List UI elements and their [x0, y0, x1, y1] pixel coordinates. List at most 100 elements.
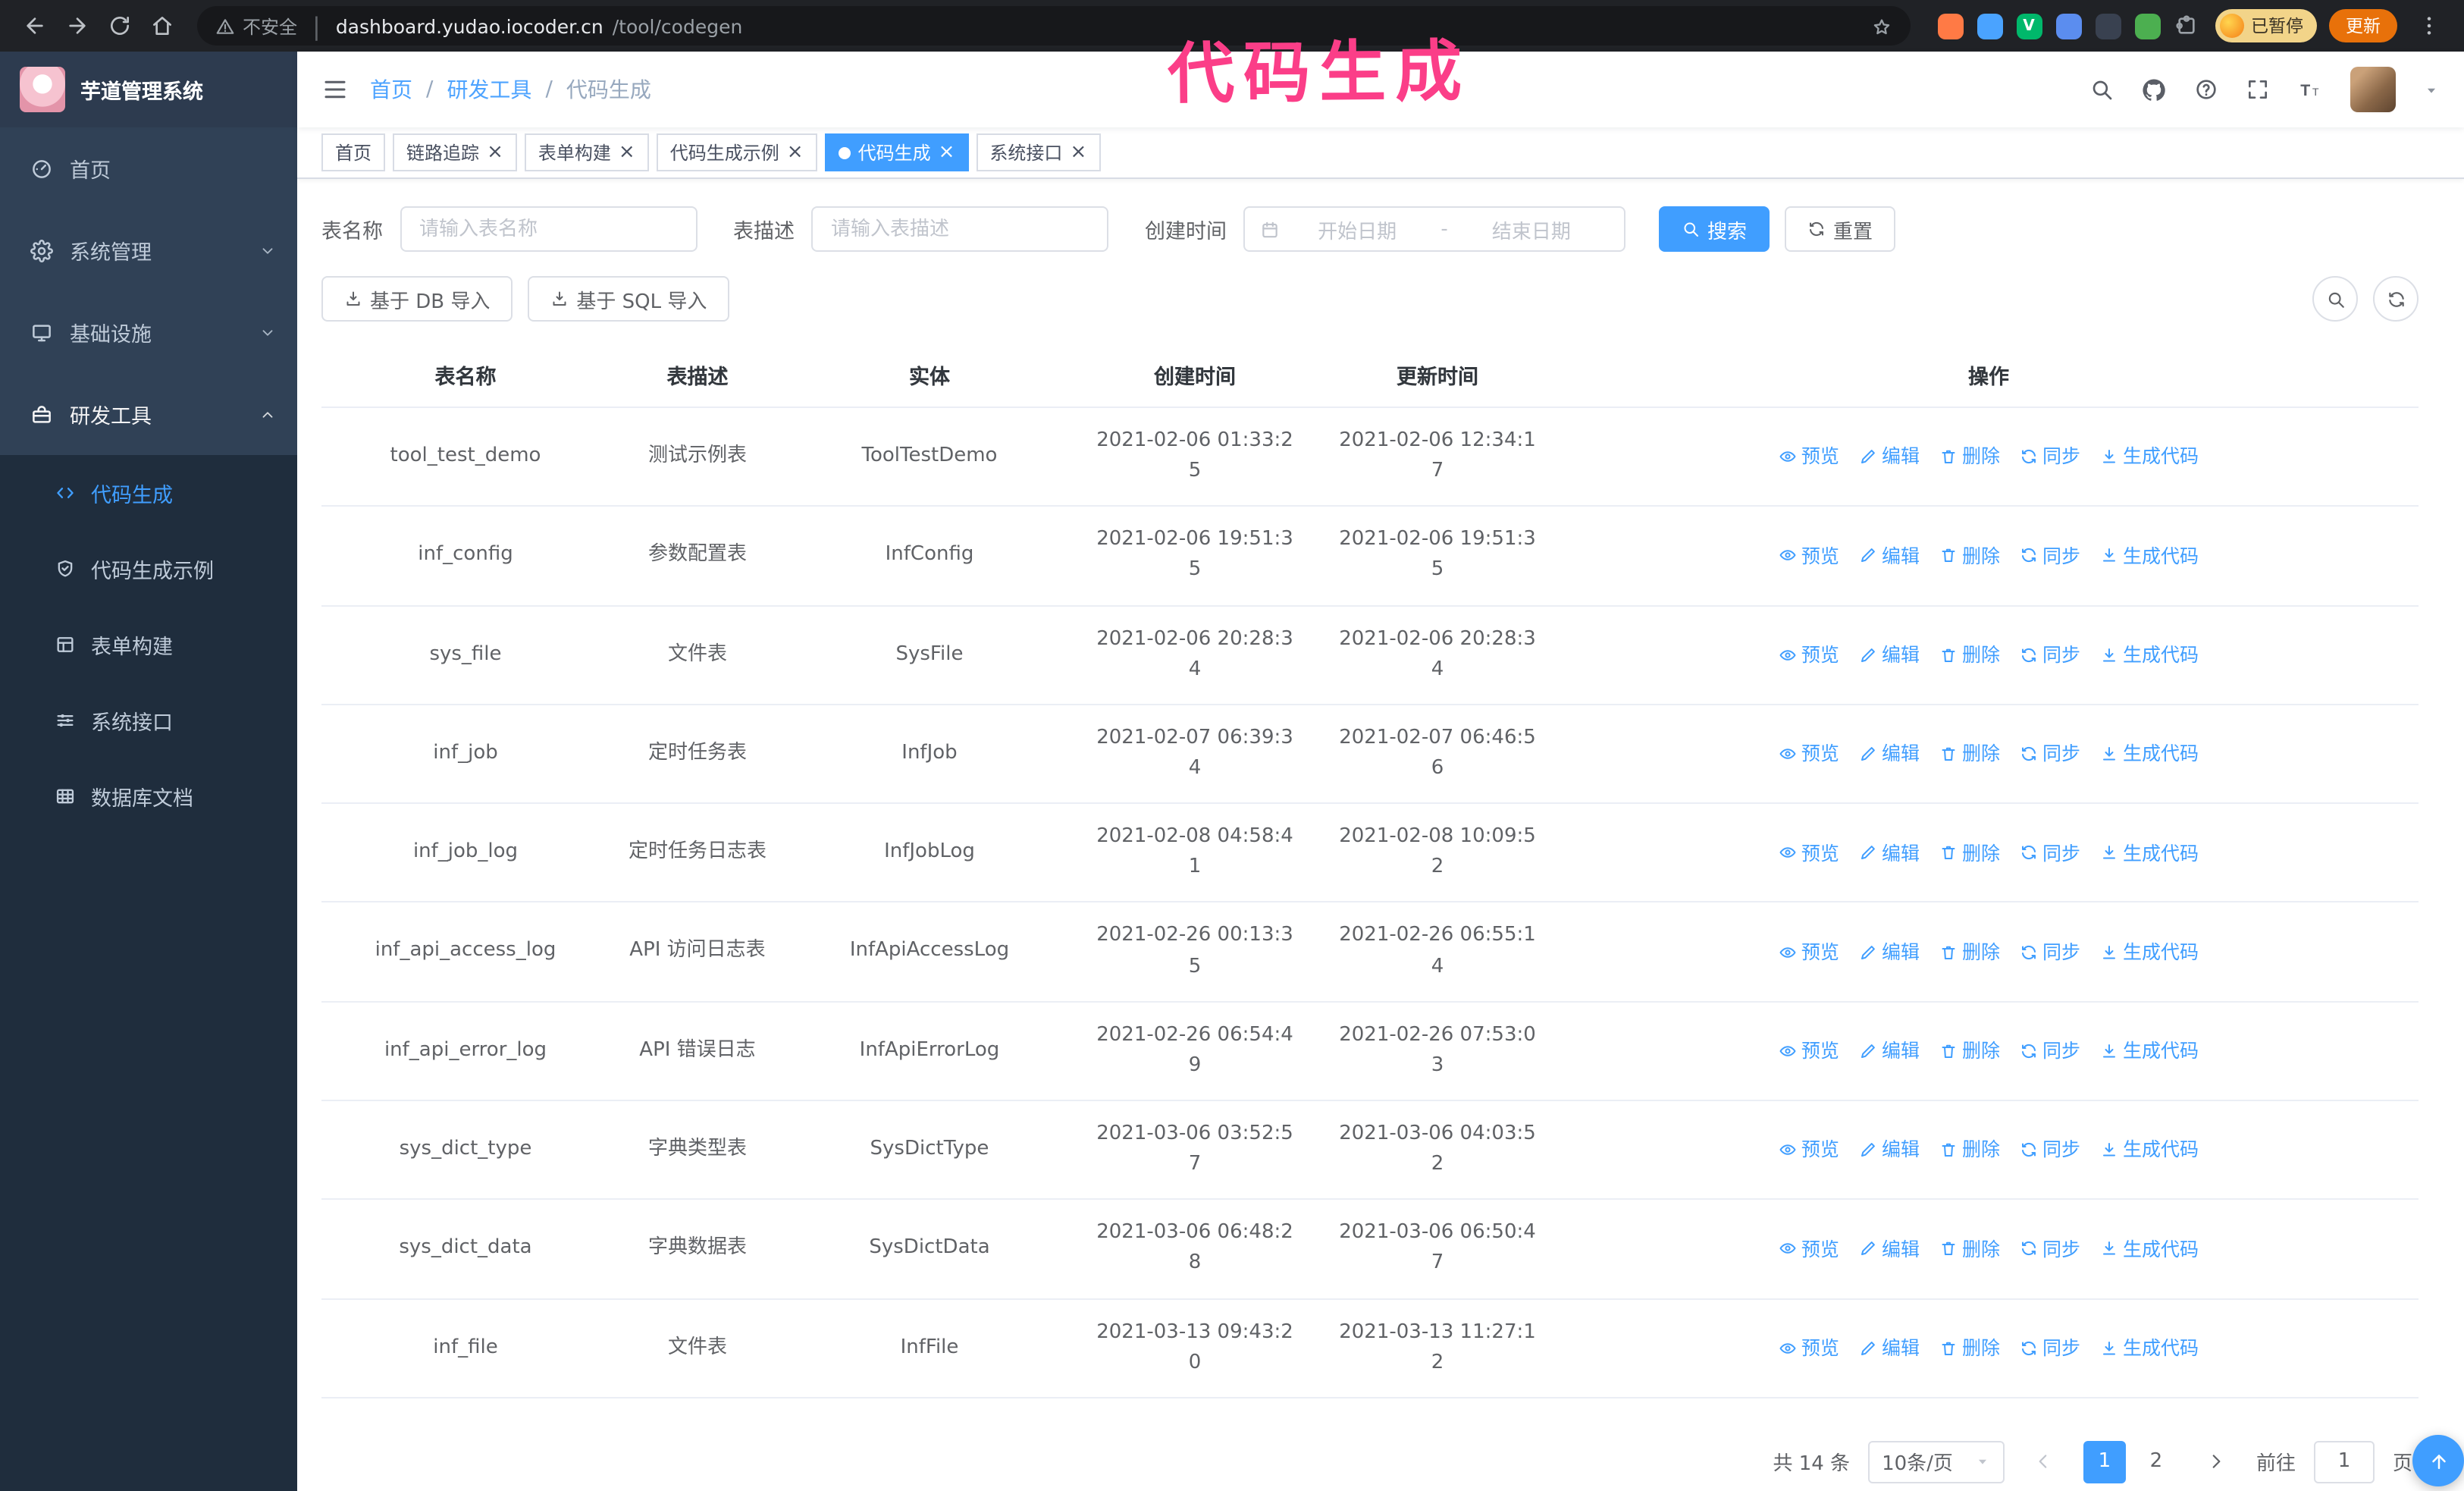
sidebar-item-system-api[interactable]: 系统接口 [0, 683, 297, 758]
sidebar-item-infrastructure[interactable]: 基础设施 [0, 291, 297, 373]
toggle-search-button[interactable] [2312, 276, 2358, 322]
op-edit[interactable]: 编辑 [1859, 1135, 1920, 1165]
browser-reload-button[interactable] [100, 6, 140, 46]
op-delete[interactable]: 删除 [1939, 1135, 2000, 1165]
breadcrumb-item-1[interactable]: 研发工具 [447, 74, 531, 105]
op-sync[interactable]: 同步 [2020, 442, 2080, 472]
sidebar-item-codegen[interactable]: 代码生成 [0, 455, 297, 531]
op-edit[interactable]: 编辑 [1859, 640, 1920, 670]
op-edit[interactable]: 编辑 [1859, 739, 1920, 769]
op-preview[interactable]: 预览 [1779, 1333, 1839, 1363]
sidebar-item-dev-tools[interactable]: 研发工具 [0, 373, 297, 455]
op-delete[interactable]: 删除 [1939, 838, 2000, 868]
tab-codegen[interactable]: 代码生成 × [824, 133, 969, 171]
op-sync[interactable]: 同步 [2020, 541, 2080, 570]
tab-form-builder[interactable]: 表单构建 × [524, 133, 649, 171]
browser-menu-button[interactable] [2409, 6, 2449, 46]
op-delete[interactable]: 删除 [1939, 541, 2000, 570]
op-generate[interactable]: 生成代码 [2100, 1036, 2199, 1066]
op-generate[interactable]: 生成代码 [2100, 640, 2199, 670]
browser-forward-button[interactable] [58, 6, 97, 46]
tab-codegen-example[interactable]: 代码生成示例 × [656, 133, 817, 171]
op-preview[interactable]: 预览 [1779, 1234, 1839, 1263]
close-icon[interactable]: × [787, 143, 804, 162]
browser-update-button[interactable]: 更新 [2329, 9, 2397, 42]
op-preview[interactable]: 预览 [1779, 1036, 1839, 1066]
extension-users-icon[interactable] [2055, 13, 2081, 39]
op-edit[interactable]: 编辑 [1859, 541, 1920, 570]
close-icon[interactable]: × [939, 143, 955, 162]
op-delete[interactable]: 删除 [1939, 1333, 2000, 1363]
op-preview[interactable]: 预览 [1779, 937, 1839, 967]
op-preview[interactable]: 预览 [1779, 541, 1839, 570]
op-generate[interactable]: 生成代码 [2100, 937, 2199, 967]
op-generate[interactable]: 生成代码 [2100, 1234, 2199, 1263]
tab-tracing[interactable]: 链路追踪 × [393, 133, 517, 171]
back-to-top-button[interactable] [2412, 1435, 2464, 1486]
op-delete[interactable]: 删除 [1939, 1036, 2000, 1066]
op-preview[interactable]: 预览 [1779, 739, 1839, 769]
sidebar-item-db-doc[interactable]: 数据库文档 [0, 758, 297, 834]
page-button-2[interactable]: 2 [2135, 1441, 2177, 1483]
op-preview[interactable]: 预览 [1779, 442, 1839, 472]
op-edit[interactable]: 编辑 [1859, 1234, 1920, 1263]
page-button-1[interactable]: 1 [2083, 1440, 2126, 1483]
op-preview[interactable]: 预览 [1779, 1135, 1839, 1165]
op-generate[interactable]: 生成代码 [2100, 838, 2199, 868]
page-jump-input[interactable] [2313, 1440, 2375, 1483]
op-edit[interactable]: 编辑 [1859, 1333, 1920, 1363]
op-generate[interactable]: 生成代码 [2100, 541, 2199, 570]
op-preview[interactable]: 预览 [1779, 640, 1839, 670]
close-icon[interactable]: × [1070, 143, 1086, 162]
bookmark-star-icon[interactable] [1870, 11, 1892, 40]
extension-extensions-puzzle-icon[interactable] [2174, 13, 2199, 39]
user-avatar[interactable] [2350, 67, 2396, 112]
tab-home[interactable]: 首页 [321, 133, 386, 171]
op-delete[interactable]: 删除 [1939, 937, 2000, 967]
avatar-caret-down-icon[interactable] [2423, 81, 2440, 98]
sidebar-item-home[interactable]: 首页 [0, 127, 297, 209]
op-delete[interactable]: 删除 [1939, 739, 2000, 769]
op-generate[interactable]: 生成代码 [2100, 739, 2199, 769]
table-desc-input[interactable] [811, 206, 1108, 252]
extension-water-drop-icon[interactable] [1977, 13, 2002, 39]
table-name-input[interactable] [400, 206, 697, 252]
extension-leaf-icon[interactable] [2134, 13, 2160, 39]
op-sync[interactable]: 同步 [2020, 937, 2080, 967]
op-sync[interactable]: 同步 [2020, 1135, 2080, 1165]
refresh-table-button[interactable] [2373, 276, 2419, 322]
op-edit[interactable]: 编辑 [1859, 442, 1920, 472]
font-size-icon[interactable]: TT [2297, 77, 2323, 102]
op-edit[interactable]: 编辑 [1859, 838, 1920, 868]
op-sync[interactable]: 同步 [2020, 640, 2080, 670]
sidebar-collapse-button[interactable] [321, 76, 349, 103]
sidebar-item-form-builder[interactable]: 表单构建 [0, 607, 297, 683]
fullscreen-icon[interactable] [2246, 77, 2270, 102]
security-indicator[interactable]: 不安全 [215, 13, 297, 39]
sidebar-item-system-management[interactable]: 系统管理 [0, 209, 297, 291]
op-preview[interactable]: 预览 [1779, 838, 1839, 868]
close-icon[interactable]: × [487, 143, 503, 162]
breadcrumb-item-0[interactable]: 首页 [370, 74, 412, 105]
reset-button[interactable]: 重置 [1785, 206, 1896, 252]
close-icon[interactable]: × [619, 143, 635, 162]
help-icon[interactable] [2194, 77, 2218, 102]
browser-back-button[interactable] [15, 6, 55, 46]
op-generate[interactable]: 生成代码 [2100, 442, 2199, 472]
op-sync[interactable]: 同步 [2020, 838, 2080, 868]
op-sync[interactable]: 同步 [2020, 1333, 2080, 1363]
op-sync[interactable]: 同步 [2020, 739, 2080, 769]
op-sync[interactable]: 同步 [2020, 1234, 2080, 1263]
op-delete[interactable]: 删除 [1939, 1234, 2000, 1263]
op-edit[interactable]: 编辑 [1859, 937, 1920, 967]
op-generate[interactable]: 生成代码 [2100, 1135, 2199, 1165]
address-bar[interactable]: 不安全 | dashboard.yudao.iocoder.cn /tool/c… [197, 6, 1910, 46]
browser-home-button[interactable] [143, 6, 182, 46]
import-sql-button[interactable]: 基于 SQL 导入 [528, 276, 730, 322]
extension-green-v-icon[interactable]: V [2016, 13, 2042, 39]
import-db-button[interactable]: 基于 DB 导入 [321, 276, 513, 322]
header-search-icon[interactable] [2089, 77, 2114, 102]
github-icon[interactable] [2141, 77, 2167, 102]
prev-page-button[interactable] [2023, 1441, 2065, 1483]
op-delete[interactable]: 删除 [1939, 442, 2000, 472]
